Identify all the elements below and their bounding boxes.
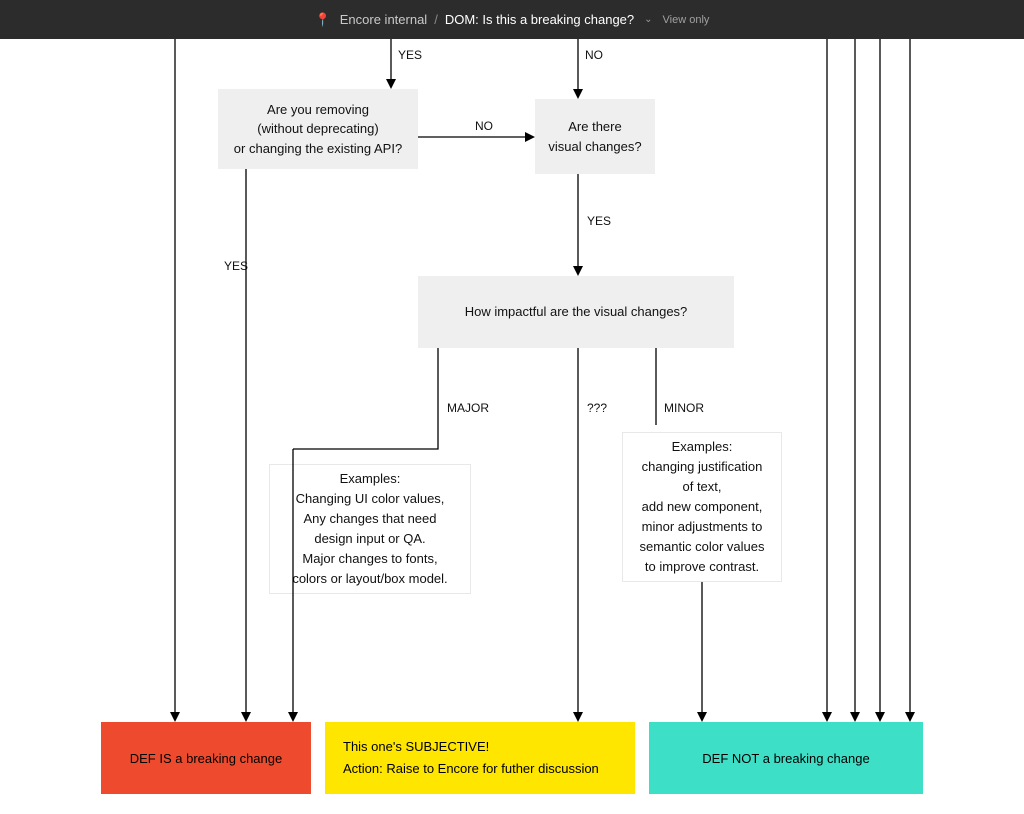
node-line: Are there <box>568 117 621 137</box>
node-removing-api[interactable]: Are you removing (without deprecating) o… <box>218 89 418 169</box>
node-line: Examples: <box>672 437 733 457</box>
node-line: Any changes that need <box>304 509 437 529</box>
node-line: visual changes? <box>548 137 641 157</box>
edge-label-minor: MINOR <box>664 401 704 415</box>
node-major-examples[interactable]: Examples: Changing UI color values, Any … <box>269 464 471 594</box>
breadcrumb-parent[interactable]: Encore internal <box>340 12 427 27</box>
node-line: (without deprecating) <box>257 119 378 139</box>
node-line: of text, <box>682 477 721 497</box>
edge-label-no-top: NO <box>585 48 603 62</box>
app-header: 📍 Encore internal / DOM: Is this a break… <box>0 0 1024 39</box>
edge-label-no-mid: NO <box>475 119 493 133</box>
view-only-badge: View only <box>663 14 710 26</box>
node-line: Changing UI color values, <box>296 489 445 509</box>
result-line: This one's SUBJECTIVE! <box>343 736 489 758</box>
result-not-breaking[interactable]: DEF NOT a breaking change <box>649 722 923 794</box>
result-breaking[interactable]: DEF IS a breaking change <box>101 722 311 794</box>
node-line: How impactful are the visual changes? <box>465 302 688 322</box>
pin-icon: 📍 <box>315 12 331 28</box>
chevron-down-icon[interactable]: ⌄ <box>644 14 652 25</box>
node-visual-changes[interactable]: Are there visual changes? <box>535 99 655 174</box>
edge-label-qqq: ??? <box>587 401 607 415</box>
node-line: minor adjustments to <box>642 517 763 537</box>
node-line: Major changes to fonts, <box>302 549 437 569</box>
node-line: Examples: <box>340 469 401 489</box>
page-title[interactable]: DOM: Is this a breaking change? <box>445 12 634 27</box>
node-line: design input or QA. <box>314 529 425 549</box>
edge-label-major: MAJOR <box>447 401 489 415</box>
breadcrumb-separator: / <box>434 12 438 27</box>
result-label: DEF IS a breaking change <box>130 751 282 766</box>
result-subjective[interactable]: This one's SUBJECTIVE! Action: Raise to … <box>325 722 635 794</box>
node-line: Are you removing <box>267 100 369 120</box>
node-line: changing justification <box>642 457 763 477</box>
node-line: or changing the existing API? <box>234 139 402 159</box>
result-label: DEF NOT a breaking change <box>702 751 869 766</box>
edge-label-yes-left: YES <box>224 259 248 273</box>
node-line: semantic color values <box>640 537 765 557</box>
node-line: colors or layout/box model. <box>292 569 447 589</box>
node-line: to improve contrast. <box>645 557 759 577</box>
node-line: add new component, <box>642 497 763 517</box>
edge-label-yes-top: YES <box>398 48 422 62</box>
edge-label-yes-visual: YES <box>587 214 611 228</box>
flowchart-arrows <box>0 39 1024 814</box>
flowchart-canvas[interactable]: YES NO YES NO YES MAJOR ??? MINOR Are yo… <box>0 39 1024 814</box>
result-line: Action: Raise to Encore for futher discu… <box>343 758 599 780</box>
node-how-impactful[interactable]: How impactful are the visual changes? <box>418 276 734 348</box>
node-minor-examples[interactable]: Examples: changing justification of text… <box>622 432 782 582</box>
